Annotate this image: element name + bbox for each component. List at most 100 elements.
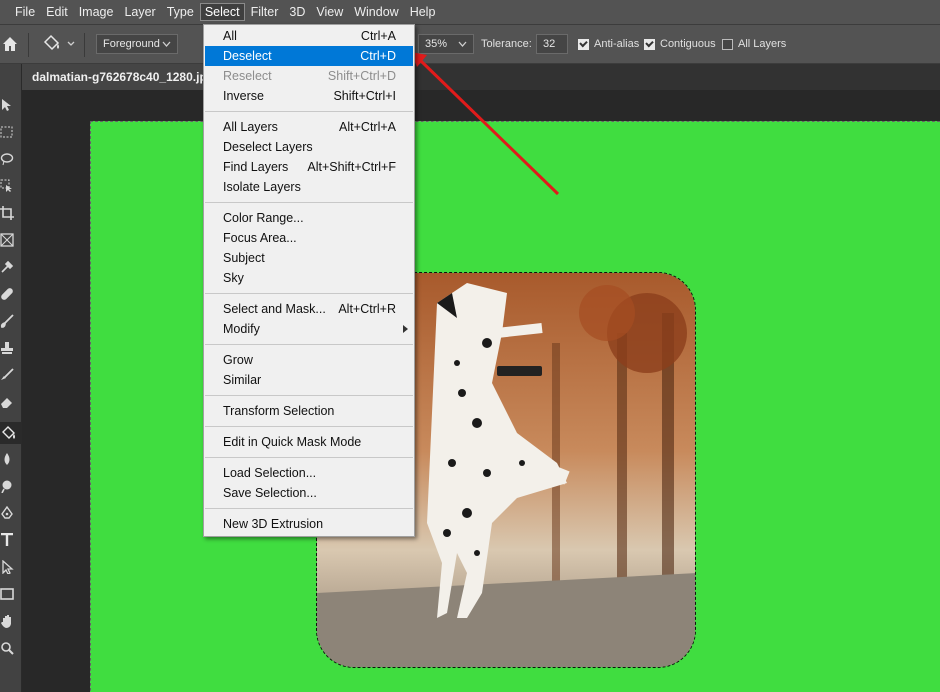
menu-option-deselect-layers[interactable]: Deselect Layers <box>204 137 414 157</box>
type-tool-icon[interactable] <box>0 533 14 547</box>
menu-option-grow[interactable]: Grow <box>204 350 414 370</box>
contiguous-checkbox[interactable]: Contiguous <box>644 38 716 50</box>
menu-option-reselect[interactable]: Reselect Shift+Ctrl+D <box>204 66 414 86</box>
menu-option-isolate-layers[interactable]: Isolate Layers <box>204 177 414 197</box>
option-label: All <box>223 29 237 43</box>
eraser-tool-icon[interactable] <box>0 395 14 409</box>
submenu-arrow-icon <box>403 325 408 333</box>
brush-tool-icon[interactable] <box>0 314 14 328</box>
menu-option-new-3d-extrusion[interactable]: New 3D Extrusion <box>204 514 414 534</box>
blur-tool-icon[interactable] <box>0 452 14 466</box>
menu-edit[interactable]: Edit <box>41 3 73 21</box>
document-tab[interactable]: dalmatian-g762678c40_1280.jp <box>22 64 205 90</box>
menu-file[interactable]: File <box>10 3 40 21</box>
option-shortcut: Alt+Ctrl+R <box>338 302 396 316</box>
clone-stamp-tool-icon[interactable] <box>0 341 14 355</box>
anti-alias-checkbox[interactable]: Anti-alias <box>578 38 639 50</box>
option-shortcut: Alt+Ctrl+A <box>339 120 396 134</box>
crop-tool-icon[interactable] <box>0 206 14 220</box>
menu-option-sky[interactable]: Sky <box>204 268 414 288</box>
lasso-tool-icon[interactable] <box>0 152 14 166</box>
path-selection-tool-icon[interactable] <box>0 560 14 574</box>
home-icon[interactable] <box>0 34 20 54</box>
healing-brush-tool-icon[interactable] <box>0 287 14 301</box>
option-label: Load Selection... <box>223 466 317 480</box>
frame-tool-icon[interactable] <box>0 233 14 247</box>
object-select-tool-icon[interactable] <box>0 179 14 193</box>
annotation-arrow <box>411 52 560 196</box>
zoom-tool-icon[interactable] <box>0 641 14 655</box>
menu-option-similar[interactable]: Similar <box>204 370 414 390</box>
history-brush-tool-icon[interactable] <box>0 368 14 382</box>
menu-option-color-range[interactable]: Color Range... <box>204 208 414 228</box>
option-label: Select and Mask... <box>223 302 326 316</box>
paint-bucket-tool-icon[interactable] <box>2 426 16 440</box>
checkbox-unchecked-icon <box>722 38 733 50</box>
menu-option-all[interactable]: All Ctrl+A <box>204 26 414 46</box>
fill-source-select[interactable]: Foreground <box>96 34 178 54</box>
anti-alias-label: Anti-alias <box>594 38 640 50</box>
menu-view[interactable]: View <box>311 3 348 21</box>
menu-option-focus-area[interactable]: Focus Area... <box>204 228 414 248</box>
option-shortcut: Ctrl+A <box>360 29 396 43</box>
photoshop-window: File Edit Image Layer Type Select Filter… <box>0 0 940 692</box>
dodge-tool-icon[interactable] <box>0 479 14 493</box>
option-label: New 3D Extrusion <box>223 517 324 531</box>
tools-panel <box>0 64 22 692</box>
marquee-tool-icon[interactable] <box>0 125 14 139</box>
eyedropper-tool-icon[interactable] <box>0 260 14 274</box>
hand-tool-icon[interactable] <box>0 614 14 628</box>
option-label: Color Range... <box>223 211 304 225</box>
menu-option-save-selection[interactable]: Save Selection... <box>204 483 414 503</box>
option-label: Edit in Quick Mask Mode <box>223 435 362 449</box>
select-menu-dropdown: All Ctrl+A Deselect Ctrl+D Reselect Shift+C… <box>203 24 415 537</box>
menu-option-find-layers[interactable]: Find Layers Alt+Shift+Ctrl+F <box>204 157 414 177</box>
menu-filter[interactable]: Filter <box>246 3 284 21</box>
pen-tool-icon[interactable] <box>0 506 14 520</box>
rectangle-tool-icon[interactable] <box>0 587 14 601</box>
menu-image[interactable]: Image <box>74 3 119 21</box>
option-label: Focus Area... <box>223 231 297 245</box>
option-label: Find Layers <box>223 160 289 174</box>
menu-option-select-and-mask[interactable]: Select and Mask... Alt+Ctrl+R <box>204 299 414 319</box>
option-label: Isolate Layers <box>223 180 301 194</box>
option-label: Inverse <box>223 89 264 103</box>
menu-option-subject[interactable]: Subject <box>204 248 414 268</box>
menu-option-inverse[interactable]: Inverse Shift+Ctrl+I <box>204 86 414 106</box>
menu-select[interactable]: Select <box>199 3 245 21</box>
menu-3d[interactable]: 3D <box>284 3 310 21</box>
menu-separator <box>205 202 413 203</box>
all-layers-checkbox[interactable]: All Layers <box>722 38 786 50</box>
menu-option-modify[interactable]: Modify <box>204 319 414 339</box>
menu-separator <box>205 293 413 294</box>
all-layers-label: All Layers <box>738 38 787 50</box>
option-label: Sky <box>223 271 244 285</box>
menu-bar: File Edit Image Layer Type Select Filter… <box>0 0 940 24</box>
option-shortcut: Shift+Ctrl+I <box>333 89 396 103</box>
option-label: Similar <box>223 373 262 387</box>
menu-option-deselect[interactable]: Deselect Ctrl+D <box>205 46 413 66</box>
paint-bucket-icon[interactable] <box>42 34 76 54</box>
menu-separator <box>205 395 413 396</box>
checkbox-checked-icon <box>644 38 655 50</box>
option-label: Reselect <box>223 69 272 83</box>
option-label: Deselect Layers <box>223 140 313 154</box>
option-label: All Layers <box>223 120 278 134</box>
option-label: Grow <box>223 353 253 367</box>
menu-type[interactable]: Type <box>162 3 199 21</box>
option-label: Modify <box>223 322 260 336</box>
menu-separator <box>205 457 413 458</box>
menu-option-quick-mask[interactable]: Edit in Quick Mask Mode <box>204 432 414 452</box>
menu-help[interactable]: Help <box>405 3 441 21</box>
menu-option-load-selection[interactable]: Load Selection... <box>204 463 414 483</box>
menu-option-all-layers[interactable]: All Layers Alt+Ctrl+A <box>204 117 414 137</box>
menu-separator <box>205 426 413 427</box>
option-label: Deselect <box>223 49 272 63</box>
menu-layer[interactable]: Layer <box>119 3 160 21</box>
menu-window[interactable]: Window <box>349 3 403 21</box>
checkbox-checked-icon <box>578 38 589 50</box>
menu-option-transform-selection[interactable]: Transform Selection <box>204 401 414 421</box>
move-tool-icon[interactable] <box>0 98 14 112</box>
chevron-down-icon <box>162 41 171 47</box>
option-shortcut: Ctrl+D <box>360 49 396 63</box>
